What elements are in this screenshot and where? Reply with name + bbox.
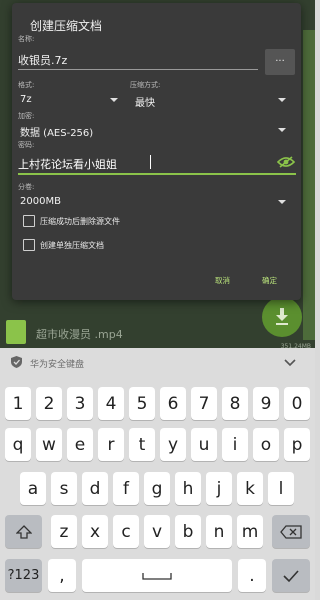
chevron-down-icon[interactable] [278,128,286,132]
chevron-down-icon[interactable] [278,98,286,102]
download-fab[interactable] [262,297,302,337]
delete-source-checkbox[interactable] [23,215,35,227]
background-file-name: 超市收漫员 .mp4 [36,328,123,341]
key-q[interactable]: q [5,428,31,461]
key-t[interactable]: t [129,428,155,461]
name-input-underline [18,69,258,70]
create-archive-dialog: 创建压缩文档 名称: 收银员.7z ... 格式: 7z 压缩方式: 最快 加密… [12,3,301,300]
key-7[interactable]: 7 [191,387,217,420]
key-x[interactable]: x [82,515,108,548]
separate-archive-label: 创建单独压缩文档 [40,241,104,250]
key-n[interactable]: n [206,515,232,548]
key-i[interactable]: i [222,428,248,461]
key-2[interactable]: 2 [36,387,62,420]
key-y[interactable]: y [160,428,186,461]
shift-icon [15,524,32,539]
chevron-down-icon[interactable] [278,200,286,204]
key-r[interactable]: r [98,428,124,461]
key-h[interactable]: h [175,472,201,505]
shift-key[interactable] [5,515,42,548]
key-g[interactable]: g [144,472,170,505]
name-label: 名称: [18,35,35,43]
encryption-select[interactable]: 数据 (AES-256) [20,124,93,139]
shield-icon [11,356,22,368]
space-icon [142,572,172,580]
key-p[interactable]: p [284,428,310,461]
key-1[interactable]: 1 [5,387,31,420]
keyboard-header: 华为安全键盘 [0,348,315,376]
period-key[interactable]: . [238,559,266,592]
key-3[interactable]: 3 [67,387,93,420]
backspace-key[interactable] [272,515,310,548]
key-e[interactable]: e [67,428,93,461]
key-o[interactable]: o [253,428,279,461]
key-a[interactable]: a [20,472,46,505]
enter-key[interactable] [272,559,310,592]
key-8[interactable]: 8 [222,387,248,420]
checkmark-icon [283,569,299,582]
key-z[interactable]: z [51,515,77,548]
key-b[interactable]: b [175,515,201,548]
key-d[interactable]: d [82,472,108,505]
compression-label: 压缩方式: [130,81,161,89]
split-label: 分卷: [18,183,35,191]
backspace-icon [280,524,302,539]
password-input[interactable]: 上村花论坛看小姐姐 [18,156,117,172]
password-input-underline [18,173,296,175]
key-s[interactable]: s [51,472,77,505]
key-j[interactable]: j [206,472,232,505]
encryption-label: 加密: [18,112,35,120]
ok-button[interactable]: 确定 [262,275,277,286]
comma-key[interactable]: , [48,559,76,592]
key-w[interactable]: w [36,428,62,461]
key-0[interactable]: 0 [284,387,310,420]
key-4[interactable]: 4 [98,387,124,420]
key-6[interactable]: 6 [160,387,186,420]
name-input[interactable]: 收银员.7z [18,52,67,68]
keyboard-title: 华为安全键盘 [30,360,85,370]
delete-source-label: 压缩成功后删除源文件 [40,217,120,226]
key-f[interactable]: f [113,472,139,505]
chevron-down-icon[interactable] [110,98,118,102]
key-v[interactable]: v [144,515,170,548]
space-key[interactable] [82,559,232,592]
format-select[interactable]: 7z [20,94,32,105]
text-cursor [150,155,151,169]
key-9[interactable]: 9 [253,387,279,420]
split-select[interactable]: 2000MB [20,196,61,207]
format-label: 格式: [18,81,35,89]
cancel-button[interactable]: 取消 [215,275,230,286]
background-scroll-strip [303,30,315,340]
symbols-key[interactable]: ?123 [5,559,42,592]
video-file-icon [6,320,26,344]
password-label: 密码: [18,141,35,149]
chevron-down-icon[interactable] [284,359,296,367]
secure-keyboard: 华为安全键盘 1 2 3 4 5 6 7 8 9 0 q w e r t y u… [0,348,315,600]
key-l[interactable]: l [268,472,294,505]
key-c[interactable]: c [113,515,139,548]
browse-button[interactable]: ... [265,49,295,75]
download-icon [276,308,288,325]
visibility-off-icon[interactable] [277,156,295,168]
key-k[interactable]: k [237,472,263,505]
key-u[interactable]: u [191,428,217,461]
key-m[interactable]: m [237,515,263,548]
dialog-title: 创建压缩文档 [30,19,103,33]
key-5[interactable]: 5 [129,387,155,420]
compression-select[interactable]: 最快 [135,94,155,109]
separate-archive-checkbox[interactable] [23,239,35,251]
